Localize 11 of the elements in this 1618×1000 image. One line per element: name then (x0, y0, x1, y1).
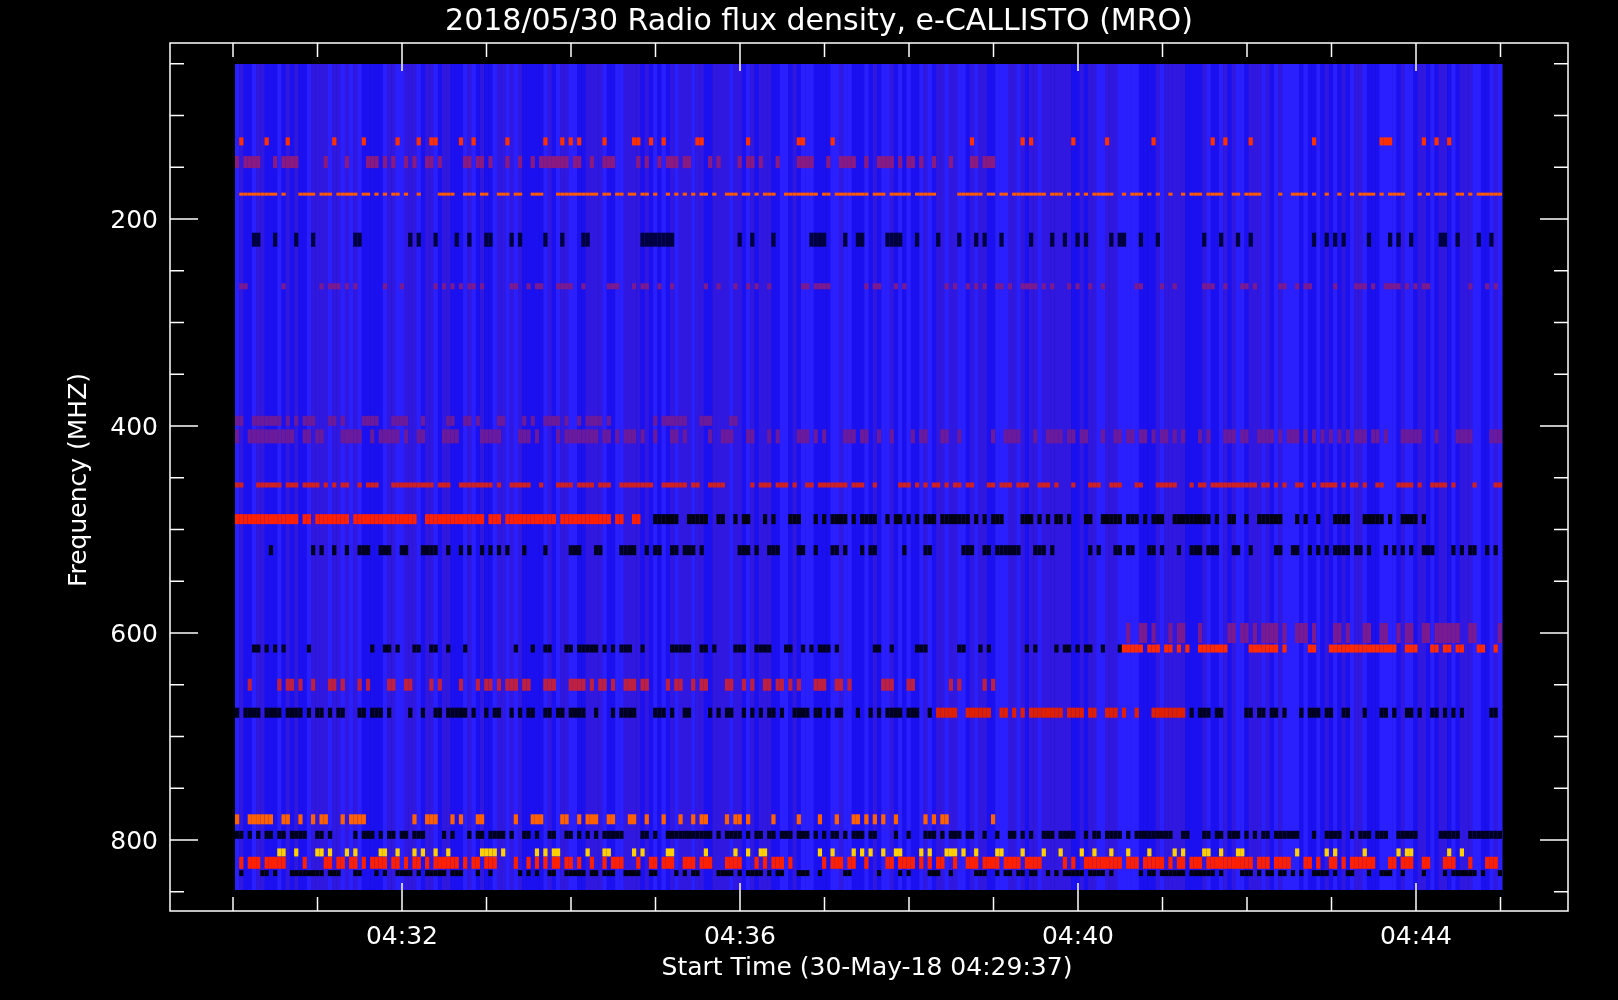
y-tick-label: 400 (110, 412, 158, 441)
y-tick-label: 600 (110, 619, 158, 648)
y-axis-label: Frequency (MHZ) (63, 372, 92, 588)
y-tick-label: 200 (110, 205, 158, 234)
chart-title: 2018/05/30 Radio flux density, e-CALLISTO (MRO) (445, 2, 1193, 37)
y-tick-label: 800 (110, 826, 158, 855)
x-tick-label: 04:36 (704, 921, 776, 950)
x-tick-label: 04:40 (1042, 921, 1114, 950)
x-tick-label: 04:32 (366, 921, 438, 950)
x-axis-label: Start Time (30-May-18 04:29:37) (661, 952, 1073, 981)
x-tick-label: 04:44 (1380, 921, 1452, 950)
